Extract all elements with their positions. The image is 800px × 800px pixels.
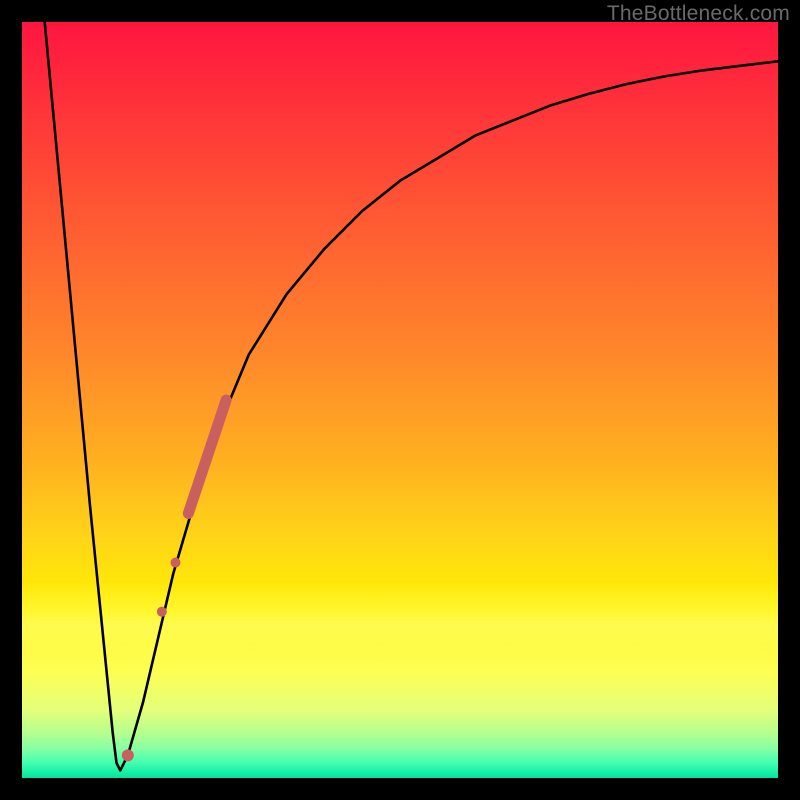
thick-segment (188, 400, 226, 513)
plot-area (22, 22, 778, 778)
dot-mid (170, 558, 180, 568)
dot-low (157, 607, 167, 617)
dot-bottom (122, 749, 134, 761)
watermark-text: TheBottleneck.com (607, 2, 790, 26)
chart-svg (22, 22, 778, 778)
bottleneck-chart: TheBottleneck.com (0, 0, 800, 800)
marker-group (122, 400, 226, 761)
main-curve (45, 22, 778, 770)
